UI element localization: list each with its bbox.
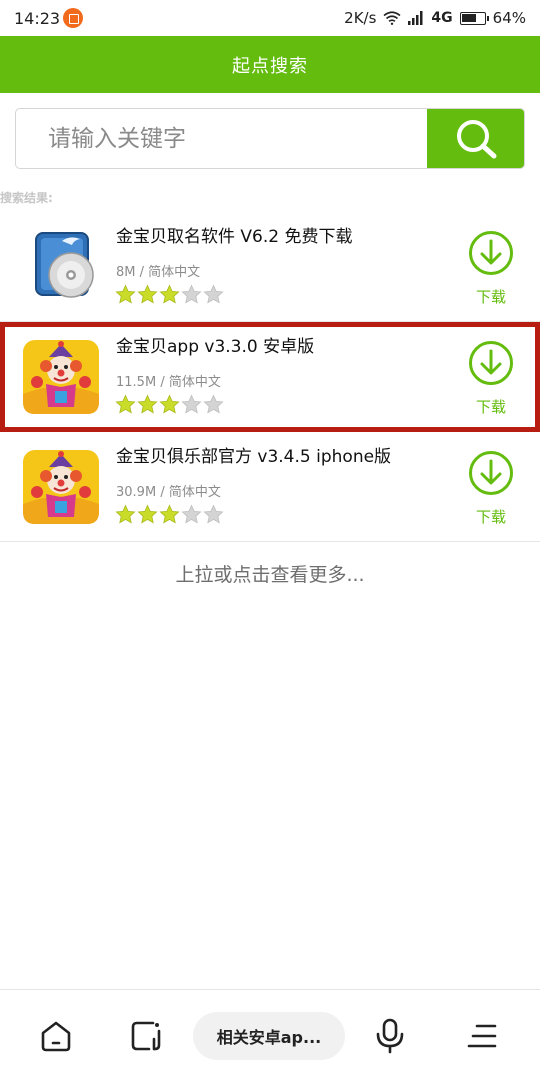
star-filled-icon xyxy=(115,394,136,414)
download-label: 下载 xyxy=(475,398,506,416)
voice-button[interactable] xyxy=(370,1016,410,1056)
download-button[interactable]: 下载 xyxy=(468,230,514,307)
list-item[interactable]: 金宝贝app v3.3.0 安卓版 11.5M / 简体中文 下载 xyxy=(0,322,540,432)
meta-separator: / xyxy=(160,485,165,500)
star-empty-icon xyxy=(203,284,224,304)
app-name[interactable]: 金宝贝俱乐部官方 v3.4.5 iphone版 xyxy=(116,446,446,468)
download-button[interactable]: 下载 xyxy=(468,340,514,417)
app-name[interactable]: 金宝贝app v3.3.0 安卓版 xyxy=(116,336,446,358)
star-filled-icon xyxy=(137,284,158,304)
download-label: 下载 xyxy=(475,288,506,306)
search-button[interactable] xyxy=(427,109,524,168)
download-icon xyxy=(469,341,513,385)
rating-stars xyxy=(115,394,224,415)
app-size: 11.5M xyxy=(116,375,157,390)
app-meta: 11.5M / 简体中文 xyxy=(116,371,221,390)
network-speed: 2K/s xyxy=(344,9,377,27)
star-empty-icon xyxy=(181,504,202,524)
tabs-button[interactable] xyxy=(126,1016,166,1056)
star-filled-icon xyxy=(115,504,136,524)
cd-disc-app-icon xyxy=(35,232,94,298)
download-icon xyxy=(469,451,513,495)
notification-icon xyxy=(63,8,83,28)
microphone-icon xyxy=(376,1018,404,1054)
star-empty-icon xyxy=(181,394,202,414)
results-list: 金宝贝取名软件 V6.2 免费下载 8M / 简体中文 下载 金宝贝app v3… xyxy=(0,212,540,542)
list-item[interactable]: 金宝贝俱乐部官方 v3.4.5 iphone版 30.9M / 简体中文 下载 xyxy=(0,432,540,542)
network-type: 4G xyxy=(431,10,453,26)
signal-icon xyxy=(408,11,423,25)
app-meta: 8M / 简体中文 xyxy=(116,261,200,280)
download-icon xyxy=(469,231,513,275)
app-header: 起点搜索 xyxy=(0,36,540,93)
star-filled-icon xyxy=(159,504,180,524)
star-empty-icon xyxy=(181,284,202,304)
download-button[interactable]: 下载 xyxy=(468,450,514,527)
clown-app-icon xyxy=(23,340,99,414)
menu-button[interactable] xyxy=(462,1016,502,1056)
list-item[interactable]: 金宝贝取名软件 V6.2 免费下载 8M / 简体中文 下载 xyxy=(0,212,540,322)
star-filled-icon xyxy=(159,394,180,414)
battery-level: 64% xyxy=(492,9,526,27)
clown-app-icon xyxy=(23,450,99,524)
star-empty-icon xyxy=(203,504,224,524)
rating-stars xyxy=(115,284,224,305)
search-input[interactable] xyxy=(16,109,428,168)
load-more-link[interactable]: 上拉或点击查看更多... xyxy=(0,560,540,587)
app-language: 简体中文 xyxy=(168,485,221,500)
app-meta: 30.9M / 简体中文 xyxy=(116,481,221,500)
meta-separator: / xyxy=(139,265,145,280)
menu-icon xyxy=(467,1024,497,1048)
star-filled-icon xyxy=(137,394,158,414)
status-time: 14:23 xyxy=(14,9,61,28)
app-language: 简体中文 xyxy=(168,375,221,390)
star-filled-icon xyxy=(115,284,136,304)
status-indicators: 2K/s 4G 64% xyxy=(344,8,526,28)
status-bar: 14:23 2K/s 4G 64% xyxy=(0,0,540,36)
star-filled-icon xyxy=(159,284,180,304)
tabs-icon xyxy=(131,1021,161,1051)
rating-stars xyxy=(115,504,224,525)
bottom-navigation-bar: 相关安卓ap... xyxy=(0,989,540,1080)
home-button[interactable] xyxy=(36,1016,76,1056)
download-label: 下载 xyxy=(475,508,506,526)
meta-separator: / xyxy=(160,375,165,390)
results-label: 搜索结果: xyxy=(0,191,53,205)
related-search-pill[interactable]: 相关安卓ap... xyxy=(193,1012,345,1060)
battery-icon xyxy=(459,11,489,25)
search-icon xyxy=(456,119,496,158)
home-icon xyxy=(41,1021,71,1052)
app-size: 8M xyxy=(116,265,136,280)
app-language: 简体中文 xyxy=(148,265,201,280)
app-name[interactable]: 金宝贝取名软件 V6.2 免费下载 xyxy=(116,226,446,248)
wifi-icon xyxy=(383,11,401,25)
search-bar xyxy=(15,108,525,169)
star-filled-icon xyxy=(137,504,158,524)
star-empty-icon xyxy=(203,394,224,414)
page-title: 起点搜索 xyxy=(232,55,308,77)
app-size: 30.9M xyxy=(116,485,157,500)
